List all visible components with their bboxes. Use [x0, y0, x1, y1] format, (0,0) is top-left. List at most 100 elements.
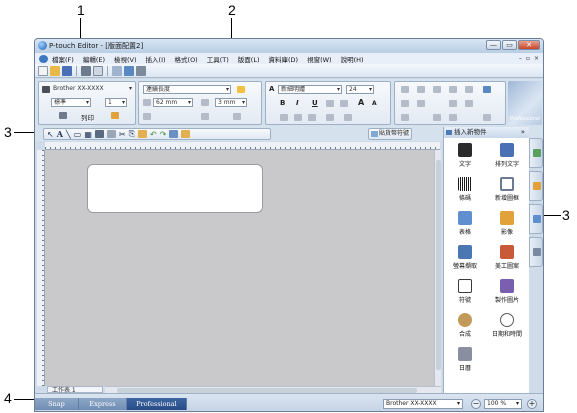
paper-width-input[interactable]: 62 mm — [153, 98, 193, 107]
distribute-h-icon[interactable] — [449, 86, 457, 93]
transfer-icon[interactable] — [124, 65, 134, 76]
object-table[interactable]: 表格 — [446, 209, 484, 243]
object-screen-capture[interactable]: 螢幕擷取 — [446, 243, 484, 277]
sheet-tab[interactable]: 工作表 1 — [47, 386, 103, 394]
side-tab-clipart[interactable] — [529, 171, 543, 201]
print-button[interactable]: 列印 — [81, 112, 94, 122]
line-tool-icon[interactable]: ╲ — [66, 130, 71, 139]
group-icon[interactable] — [401, 100, 409, 107]
paper-length-input[interactable]: 3 mm — [215, 98, 247, 107]
doc-close-button[interactable]: × — [534, 55, 539, 62]
vertical-text-icon[interactable] — [326, 114, 334, 121]
side-tab-format[interactable] — [529, 237, 543, 267]
paste-icon[interactable] — [137, 130, 147, 138]
label-list-icon[interactable] — [181, 130, 191, 138]
maximize-button[interactable]: ▭ — [502, 40, 517, 50]
font-select[interactable]: 新細明體 — [278, 85, 342, 94]
app-menu-icon[interactable] — [39, 54, 48, 63]
menu-help[interactable]: 說明(H) — [341, 54, 364, 64]
mode-professional-button[interactable]: Professional — [127, 398, 187, 410]
printer-select[interactable]: Brother XX-XXXX — [51, 85, 133, 94]
menu-format[interactable]: 格式(O) — [175, 54, 198, 64]
side-tab-insert[interactable] — [529, 138, 543, 168]
label-area[interactable] — [87, 164, 263, 213]
save-icon[interactable] — [62, 65, 72, 76]
rotate-icon[interactable] — [483, 86, 491, 93]
menu-file[interactable]: 檔案(F) — [52, 54, 74, 64]
align-center-icon[interactable] — [294, 114, 302, 121]
insert-currency-button[interactable]: 貼貨幣符號 — [368, 128, 412, 140]
status-printer-select[interactable]: Brother XX-XXXX — [383, 399, 463, 409]
distribute-v-icon[interactable] — [465, 86, 473, 93]
menu-view[interactable]: 檢視(V) — [114, 54, 137, 64]
menu-layout[interactable]: 版面(L) — [238, 54, 260, 64]
align-left-icon[interactable] — [280, 114, 288, 121]
align-middle-icon[interactable] — [417, 86, 425, 93]
table-tool-icon[interactable]: ▦ — [84, 130, 92, 139]
margin-icon[interactable] — [201, 113, 209, 120]
paper-format-select[interactable]: 連續長度 — [143, 85, 231, 94]
object-clip-art[interactable]: 美工圖案 — [488, 243, 526, 277]
grow-font-button[interactable]: A — [358, 98, 364, 107]
layout-icon[interactable] — [112, 65, 122, 76]
send-back-icon[interactable] — [465, 100, 473, 107]
align-top-icon[interactable] — [401, 86, 409, 93]
object-symbol[interactable]: 符號 — [446, 277, 484, 311]
cut-icon[interactable]: ✂ — [119, 130, 126, 139]
print-icon[interactable] — [59, 112, 67, 119]
font-size-select[interactable]: 24 — [346, 85, 374, 94]
shape-tool-icon[interactable]: ▭ — [74, 130, 82, 139]
object-make-image[interactable]: 製作圖片 — [488, 277, 526, 311]
undo-icon[interactable]: ↶ — [150, 130, 157, 139]
bold-button[interactable]: B — [280, 99, 285, 107]
layout-canvas[interactable] — [45, 150, 434, 386]
object-frame[interactable]: 新增圖框 — [488, 175, 526, 209]
spacing-icon[interactable] — [326, 100, 334, 107]
doc-restore-button[interactable]: ▫ — [526, 55, 530, 62]
line-spacing-icon[interactable] — [340, 100, 348, 107]
object-text[interactable]: 文字 — [446, 141, 484, 175]
size-icon[interactable] — [433, 114, 441, 121]
redo-icon[interactable]: ↷ — [160, 130, 167, 139]
mode-express-button[interactable]: Express — [79, 398, 127, 410]
collapse-icon[interactable]: » — [521, 127, 525, 138]
print-tool-icon[interactable] — [106, 130, 116, 138]
align-right-icon[interactable] — [308, 114, 316, 121]
mode-snap-button[interactable]: Snap — [35, 398, 79, 410]
object-properties-icon[interactable] — [169, 130, 179, 138]
align-bottom-icon[interactable] — [433, 86, 441, 93]
text-tool-icon[interactable]: A — [57, 129, 63, 139]
print-preview-icon[interactable] — [93, 65, 103, 76]
underline-button[interactable]: U — [312, 99, 318, 107]
open-folder-icon[interactable] — [50, 65, 60, 76]
print-mode-select[interactable]: 標準 — [51, 98, 91, 107]
object-date-time[interactable]: 日期和時間 — [488, 311, 526, 345]
menu-database[interactable]: 資料庫(D) — [268, 54, 298, 64]
copy-icon[interactable]: ⎘ — [129, 129, 135, 139]
select-pointer-icon[interactable]: ↖ — [47, 130, 54, 139]
minimize-button[interactable]: — — [486, 40, 501, 50]
side-tab-layout[interactable] — [529, 204, 543, 234]
zoom-out-button[interactable]: − — [471, 399, 481, 409]
menu-edit[interactable]: 編輯(E) — [83, 54, 105, 64]
reset-icon[interactable] — [483, 114, 491, 121]
horizontal-scrollbar[interactable] — [105, 386, 441, 393]
close-button[interactable]: ✕ — [518, 40, 540, 50]
text-effect-icon[interactable] — [344, 114, 352, 121]
zoom-in-button[interactable]: + — [527, 399, 537, 409]
orientation-icon[interactable] — [143, 113, 151, 120]
object-calendar[interactable]: 日曆 — [446, 345, 484, 379]
object-barcode[interactable]: 條碼 — [446, 175, 484, 209]
barcode-tool-icon[interactable] — [94, 130, 104, 138]
print-options-icon[interactable] — [111, 112, 119, 119]
ungroup-icon[interactable] — [417, 100, 425, 107]
doc-minimize-button[interactable]: – — [519, 55, 522, 62]
menu-insert[interactable]: 插入(I) — [146, 54, 166, 64]
copies-stepper[interactable]: 1 — [105, 98, 127, 107]
bring-front-icon[interactable] — [449, 100, 457, 107]
menu-tools[interactable]: 工具(T) — [207, 54, 229, 64]
position-icon[interactable] — [449, 114, 457, 121]
object-arranged-text[interactable]: 排列文字 — [488, 141, 526, 175]
print-icon[interactable] — [81, 65, 91, 76]
shrink-font-button[interactable]: A — [372, 100, 377, 107]
